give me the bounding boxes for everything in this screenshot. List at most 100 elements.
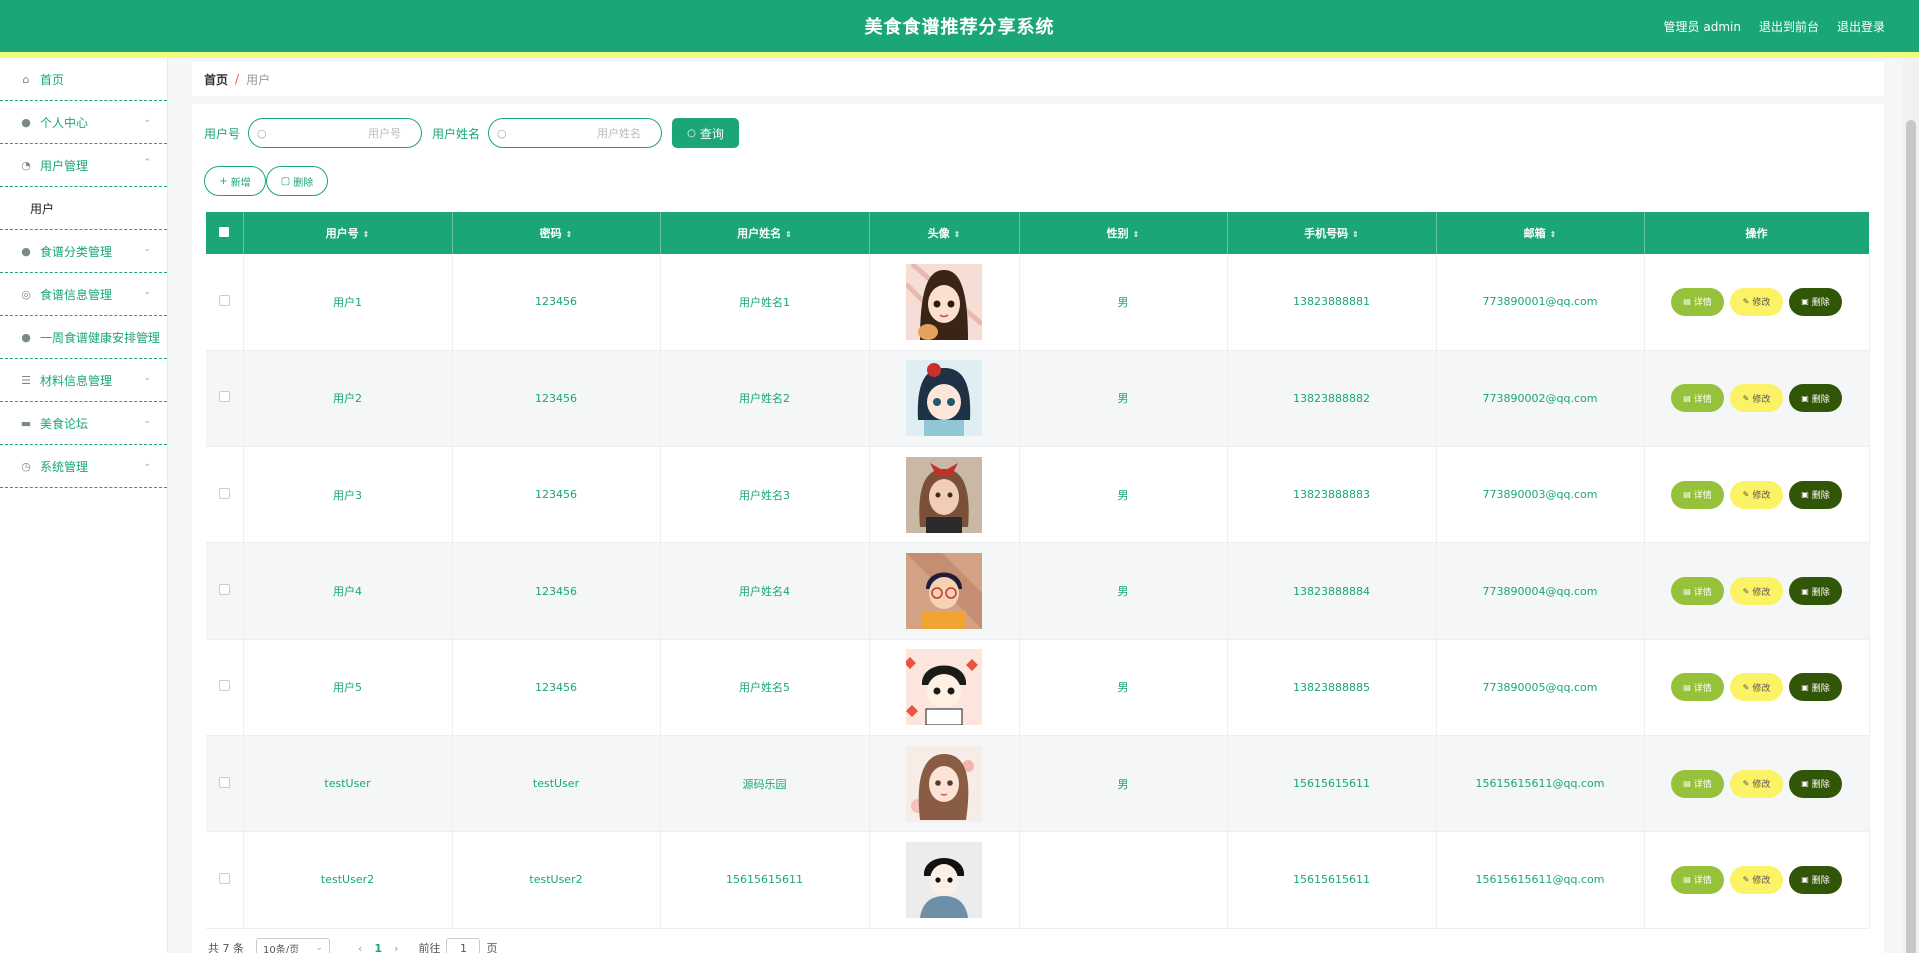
edit-button[interactable]: ✎ 修改 <box>1730 480 1783 509</box>
detail-button[interactable]: ▤ 详情 <box>1671 769 1724 798</box>
col-password[interactable]: 密码 ⇕ <box>452 212 661 254</box>
select-all-checkbox[interactable] <box>206 212 244 254</box>
scrollbar-thumb[interactable] <box>1906 120 1916 953</box>
add-button[interactable]: + 新增 <box>204 166 266 196</box>
row-checkbox[interactable] <box>206 831 244 929</box>
col-phone[interactable]: 手机号码 ⇕ <box>1227 212 1437 254</box>
detail-button[interactable]: ▤ 详情 <box>1671 577 1724 606</box>
document-icon: ▤ <box>1683 682 1691 692</box>
user-icon: ● <box>21 244 31 258</box>
header-accent-stripe <box>0 52 1919 58</box>
delete-button[interactable]: ▣ 删除 <box>1789 577 1842 606</box>
sidebar-subitem-users[interactable]: 用户 <box>0 187 167 230</box>
sidebar-item-recipe-info[interactable]: ◎ 食谱信息管理 ⌄ <box>0 273 167 316</box>
delete-button[interactable]: ▣ 删除 <box>1789 480 1842 509</box>
sidebar-item-label: 食谱信息管理 <box>40 287 113 302</box>
detail-button[interactable]: ▤ 详情 <box>1671 673 1724 702</box>
plus-icon: + <box>219 175 228 187</box>
cell-avatar <box>869 639 1020 736</box>
col-avatar[interactable]: 头像 ⇕ <box>869 212 1020 254</box>
sidebar-item-personal-center[interactable]: ● 个人中心 ⌄ <box>0 101 167 144</box>
chevron-down-icon: ⌄ <box>143 416 151 426</box>
sidebar: ⌂ 首页 ● 个人中心 ⌄ ◔ 用户管理 ⌃ 用户 ● 食谱分类管理 ⌄ ◎ 食… <box>0 58 168 953</box>
prev-page-icon[interactable]: ‹ <box>358 942 362 953</box>
delete-button[interactable]: ▣ 删除 <box>1789 865 1842 894</box>
col-user-name[interactable]: 用户姓名 ⇕ <box>660 212 870 254</box>
add-button-label: 新增 <box>230 177 251 189</box>
user-name-input[interactable] <box>510 126 642 140</box>
goto-suffix: 页 <box>486 942 498 953</box>
row-checkbox[interactable] <box>206 542 244 640</box>
edit-button[interactable]: ✎ 修改 <box>1730 673 1783 702</box>
user-id-search-field[interactable]: ○ <box>248 118 423 148</box>
trash-icon: ▣ <box>1801 393 1809 403</box>
cell-user-name: 源码乐园 <box>660 735 870 833</box>
edit-button[interactable]: ✎ 修改 <box>1730 287 1783 316</box>
avatar[interactable] <box>906 745 982 822</box>
cell-email: 773890005@qq.com <box>1436 639 1645 736</box>
user-table: 用户号 ⇕ 密码 ⇕ 用户姓名 ⇕ 头像 ⇕ 性别 ⇕ 手机号码 ⇕ 邮箱 ⇕ 操作 用户1 … <box>206 212 1870 929</box>
avatar[interactable] <box>906 360 982 437</box>
user-id-input[interactable] <box>270 126 402 140</box>
detail-button[interactable]: ▤ 详情 <box>1671 480 1724 509</box>
cell-gender: 男 <box>1019 254 1228 351</box>
cell-actions: ▤ 详情 ✎ 修改 ▣ 删除 <box>1644 446 1870 544</box>
query-button[interactable]: ○ 查询 <box>672 118 740 148</box>
col-gender[interactable]: 性别 ⇕ <box>1019 212 1228 254</box>
pencil-icon: ✎ <box>1742 586 1750 596</box>
delete-button[interactable]: ▣ 删除 <box>1789 384 1842 413</box>
avatar[interactable] <box>906 841 982 918</box>
avatar[interactable] <box>906 263 982 340</box>
edit-button[interactable]: ✎ 修改 <box>1730 384 1783 413</box>
delete-button[interactable]: ▣ 删除 <box>1789 673 1842 702</box>
row-checkbox[interactable] <box>206 735 244 833</box>
logout-link[interactable]: 退出登录 <box>1837 18 1885 35</box>
avatar[interactable] <box>906 649 982 726</box>
detail-button[interactable]: ▤ 详情 <box>1671 287 1724 316</box>
home-icon: ⌂ <box>22 72 30 86</box>
row-checkbox[interactable] <box>206 446 244 544</box>
sidebar-item-materials[interactable]: ☰ 材料信息管理 ⌄ <box>0 359 167 402</box>
sidebar-item-user-management[interactable]: ◔ 用户管理 ⌃ <box>0 144 167 187</box>
breadcrumb-home[interactable]: 首页 <box>204 71 228 88</box>
cell-user-name: 用户姓名2 <box>660 350 870 448</box>
table-row: testUser2 testUser2 15615615611 15615615… <box>206 831 1870 929</box>
cell-email: 773890001@qq.com <box>1436 254 1645 351</box>
document-icon: ▤ <box>1683 490 1691 500</box>
next-page-icon[interactable]: › <box>394 942 398 953</box>
avatar[interactable] <box>906 456 982 533</box>
row-checkbox[interactable] <box>206 350 244 448</box>
delete-button[interactable]: ▣ 删除 <box>1789 769 1842 798</box>
sidebar-item-label: 个人中心 <box>40 115 89 130</box>
goto-page-input[interactable]: 1 <box>446 938 481 953</box>
page-size-select[interactable]: 10条/页 ⌄ <box>256 938 330 953</box>
batch-delete-button[interactable]: ▢ 删除 <box>266 166 328 196</box>
avatar[interactable] <box>906 553 982 630</box>
front-link[interactable]: 退出到前台 <box>1759 18 1819 35</box>
cell-password: testUser <box>452 735 661 833</box>
current-page-number[interactable]: 1 <box>374 942 382 953</box>
detail-button[interactable]: ▤ 详情 <box>1671 865 1724 894</box>
sidebar-item-home[interactable]: ⌂ 首页 <box>0 58 167 101</box>
sidebar-item-label: 材料信息管理 <box>40 373 113 388</box>
col-user-id[interactable]: 用户号 ⇕ <box>243 212 453 254</box>
edit-button[interactable]: ✎ 修改 <box>1730 865 1783 894</box>
cell-password: 123456 <box>452 254 661 351</box>
row-checkbox[interactable] <box>206 254 244 351</box>
user-name-search-field[interactable]: ○ <box>488 118 663 148</box>
col-email[interactable]: 邮箱 ⇕ <box>1436 212 1645 254</box>
breadcrumb-current: 用户 <box>246 72 271 87</box>
sidebar-item-forum[interactable]: ▬ 美食论坛 ⌄ <box>0 402 167 445</box>
delete-button[interactable]: ▣ 删除 <box>1789 287 1842 316</box>
cell-phone: 13823888883 <box>1227 446 1437 544</box>
edit-button[interactable]: ✎ 修改 <box>1730 769 1783 798</box>
detail-button[interactable]: ▤ 详情 <box>1671 384 1724 413</box>
row-checkbox[interactable] <box>206 639 244 736</box>
edit-button[interactable]: ✎ 修改 <box>1730 577 1783 606</box>
vertical-scrollbar[interactable] <box>1903 58 1919 953</box>
sidebar-item-recipe-category[interactable]: ● 食谱分类管理 ⌄ <box>0 230 167 273</box>
sidebar-item-weekly-plan[interactable]: ● 一周食谱健康安排管理 ⌄ <box>0 316 167 359</box>
trash-icon: ▣ <box>1801 875 1809 885</box>
breadcrumb-separator: / <box>235 72 240 86</box>
sidebar-item-system[interactable]: ◷ 系统管理 ⌄ <box>0 445 167 488</box>
